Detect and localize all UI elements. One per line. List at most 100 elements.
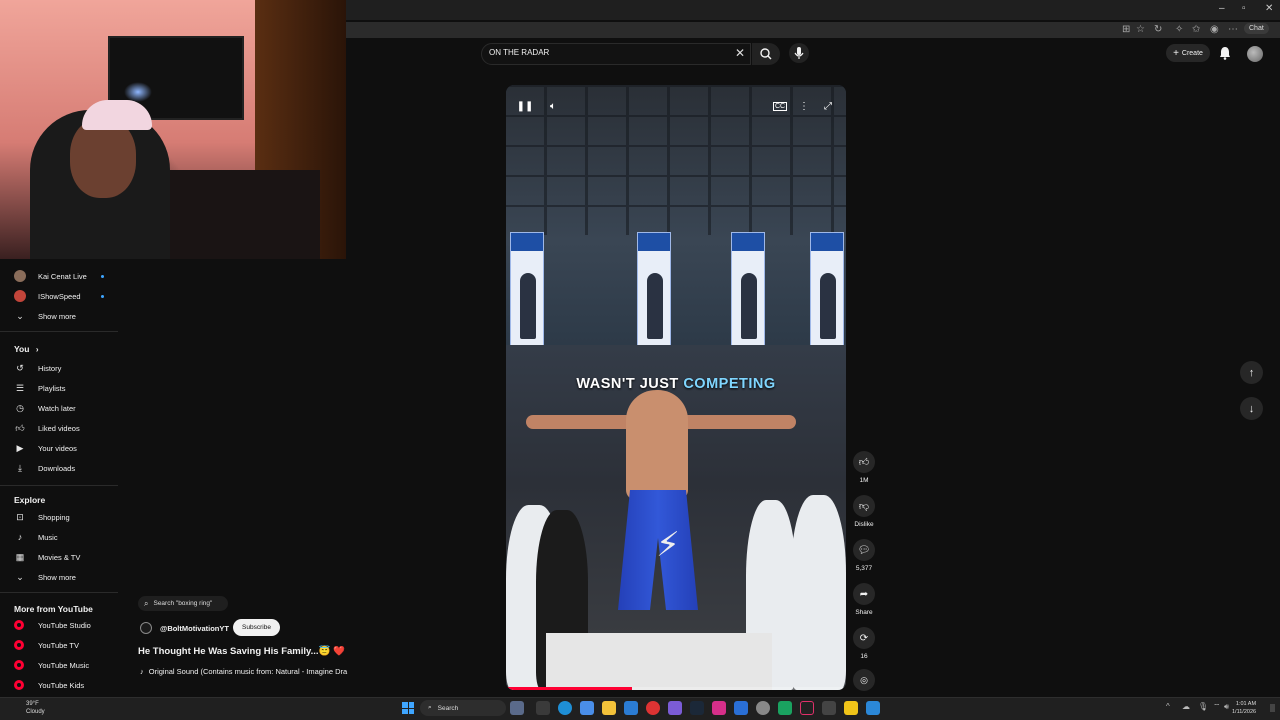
sidebar-channel-ishowspeed[interactable]: IShowSpeed: [14, 288, 104, 304]
pause-button[interactable]: ❚❚: [516, 97, 534, 115]
sidebar-item-movies-tv[interactable]: ▦ Movies & TV: [14, 549, 81, 565]
sidebar-item-downloads[interactable]: ⤓ Downloads: [14, 460, 75, 476]
channel-avatar[interactable]: [140, 622, 152, 634]
clock-date: 1/11/2026: [1232, 709, 1257, 715]
app-icon[interactable]: [866, 701, 880, 715]
video-progress-bar[interactable]: [506, 687, 846, 690]
menu-dots-icon[interactable]: ⋯: [1228, 24, 1238, 35]
comments-button[interactable]: 💬︎: [853, 539, 875, 561]
sidebar-item-youtube-tv[interactable]: YouTube TV: [14, 637, 79, 653]
restore-icon[interactable]: ▫: [1242, 3, 1246, 14]
dislike-button[interactable]: 👎︎: [853, 495, 875, 517]
sound-link[interactable]: ♪ Original Sound (Contains music from: N…: [140, 667, 347, 676]
fullscreen-button[interactable]: ⤢: [819, 97, 837, 115]
weather-widget[interactable]: 39°F Cloudy: [8, 700, 45, 716]
chrome-icon[interactable]: [646, 701, 660, 715]
sidebar-divider: [0, 592, 118, 593]
sidebar-item-music[interactable]: ♪ Music: [14, 529, 58, 545]
sidebar-item-shopping[interactable]: ⊡ Shopping: [14, 509, 69, 525]
volume-button[interactable]: 🔈︎: [544, 97, 562, 115]
share-button[interactable]: ➦: [853, 583, 875, 605]
clear-search-icon[interactable]: ✕: [735, 46, 745, 60]
tiktok-icon[interactable]: [800, 701, 814, 715]
remix-button[interactable]: ⟳: [853, 627, 875, 649]
like-button[interactable]: 👍︎: [853, 451, 875, 473]
sidebar-item-label: Your videos: [38, 443, 77, 453]
search-button[interactable]: [752, 43, 780, 65]
channel-audio-button[interactable]: ◎: [853, 669, 875, 691]
remix-icon: ⟳: [859, 632, 869, 644]
film-icon: ▦: [15, 551, 25, 562]
chevron-right-icon: ›: [35, 345, 39, 354]
sidebar-heading-you[interactable]: You ›: [14, 344, 38, 354]
thumbs-up-icon: 👍︎: [858, 457, 870, 468]
comment-count: 5,377: [855, 565, 873, 572]
related-search-chip[interactable]: ⌕ Search "boxing ring": [138, 596, 228, 611]
shorts-video-player[interactable]: ⚡︎ WASN'T JUST COMPETING ❚❚ 🔈︎ CC ⋮ ⤢: [506, 85, 846, 690]
caption-highlight-text: COMPETING: [683, 376, 776, 392]
app-icon[interactable]: [822, 701, 836, 715]
tray-app-icon[interactable]: ☁: [1182, 702, 1190, 711]
captions-button[interactable]: CC: [771, 97, 789, 115]
taskbar-search[interactable]: ⌕ Search: [420, 700, 506, 716]
start-icon[interactable]: [402, 702, 414, 714]
more-options-button[interactable]: ⋮: [795, 97, 813, 115]
desktop-icon[interactable]: [536, 701, 550, 715]
sidebar-item-playlists[interactable]: ☰ Playlists: [14, 380, 66, 396]
app-icon[interactable]: [778, 701, 792, 715]
extensions-icon[interactable]: ✧: [1175, 24, 1183, 35]
notification-center[interactable]: [1270, 704, 1275, 712]
close-window-icon[interactable]: ✕: [1265, 3, 1273, 14]
settings-icon[interactable]: [756, 701, 770, 715]
account-avatar[interactable]: [1247, 46, 1263, 62]
steam-icon[interactable]: [690, 701, 704, 715]
captions-icon: CC: [772, 101, 788, 111]
short-title: He Thought He Was Saving His Family...😇 …: [138, 646, 345, 657]
sidebar-channel-kai-cenat[interactable]: Kai Cenat Live: [14, 268, 104, 284]
chat-button[interactable]: Chat: [1244, 23, 1269, 34]
instagram-icon[interactable]: [712, 701, 726, 715]
bystander: [791, 495, 846, 690]
sidebar-item-youtube-music[interactable]: YouTube Music: [14, 657, 89, 673]
sidebar-item-youtube-kids[interactable]: YouTube Kids: [14, 677, 84, 693]
grid-icon[interactable]: ⊞: [1122, 24, 1130, 35]
profile-icon[interactable]: ◉: [1210, 24, 1219, 35]
notifications-button[interactable]: [1219, 46, 1231, 65]
wifi-icon[interactable]: ⌔: [1213, 702, 1221, 712]
previous-short-button[interactable]: ↑: [1240, 361, 1263, 384]
sidebar-item-youtube-studio[interactable]: YouTube Studio: [14, 617, 91, 633]
sidebar-show-more-subscriptions[interactable]: ⌄ Show more: [14, 308, 76, 324]
store-icon[interactable]: [624, 701, 638, 715]
you-heading-label: You: [14, 344, 30, 354]
minimize-icon[interactable]: –: [1219, 3, 1225, 14]
sidebar-item-history[interactable]: ↺ History: [14, 360, 61, 376]
subscribe-button[interactable]: Subscribe: [233, 619, 280, 636]
next-short-button[interactable]: ↓: [1240, 397, 1263, 420]
volume-icon[interactable]: 🔊︎: [1224, 702, 1229, 712]
voice-search-button[interactable]: [789, 43, 809, 63]
sidebar-item-label: YouTube TV: [38, 640, 80, 650]
sticky-notes-icon[interactable]: [844, 701, 858, 715]
channel-name[interactable]: @BoltMotivationYT: [160, 624, 229, 633]
share-icon: ➦: [859, 588, 869, 600]
taskbar-clock[interactable]: 1:01 AM 1/11/2026: [1232, 700, 1256, 716]
live-indicator: [100, 294, 104, 298]
edge-icon[interactable]: [558, 701, 572, 715]
create-button[interactable]: + Create: [1166, 44, 1210, 62]
microphone-icon[interactable]: 🎙︎: [1198, 702, 1208, 711]
sidebar-show-more-explore[interactable]: ⌄ Show more: [14, 569, 76, 585]
app-icon[interactable]: [734, 701, 748, 715]
discord-icon[interactable]: [668, 701, 682, 715]
star-icon[interactable]: ☆: [1136, 24, 1145, 35]
sidebar-item-your-videos[interactable]: ▶ Your videos: [14, 440, 77, 456]
refresh-icon[interactable]: ↻: [1154, 24, 1162, 35]
favorites-icon[interactable]: ✩: [1192, 24, 1200, 35]
tray-chevron-icon[interactable]: ^: [1166, 702, 1170, 711]
taskview-icon[interactable]: [510, 701, 524, 715]
sidebar-item-watch-later[interactable]: ◷ Watch later: [14, 400, 76, 416]
file-explorer-icon[interactable]: [602, 701, 616, 715]
sidebar-item-liked-videos[interactable]: 👍︎ Liked videos: [14, 420, 79, 436]
copilot-icon[interactable]: [580, 701, 594, 715]
sidebar-heading-explore: Explore: [14, 495, 46, 505]
fighter-torso: [626, 390, 688, 500]
